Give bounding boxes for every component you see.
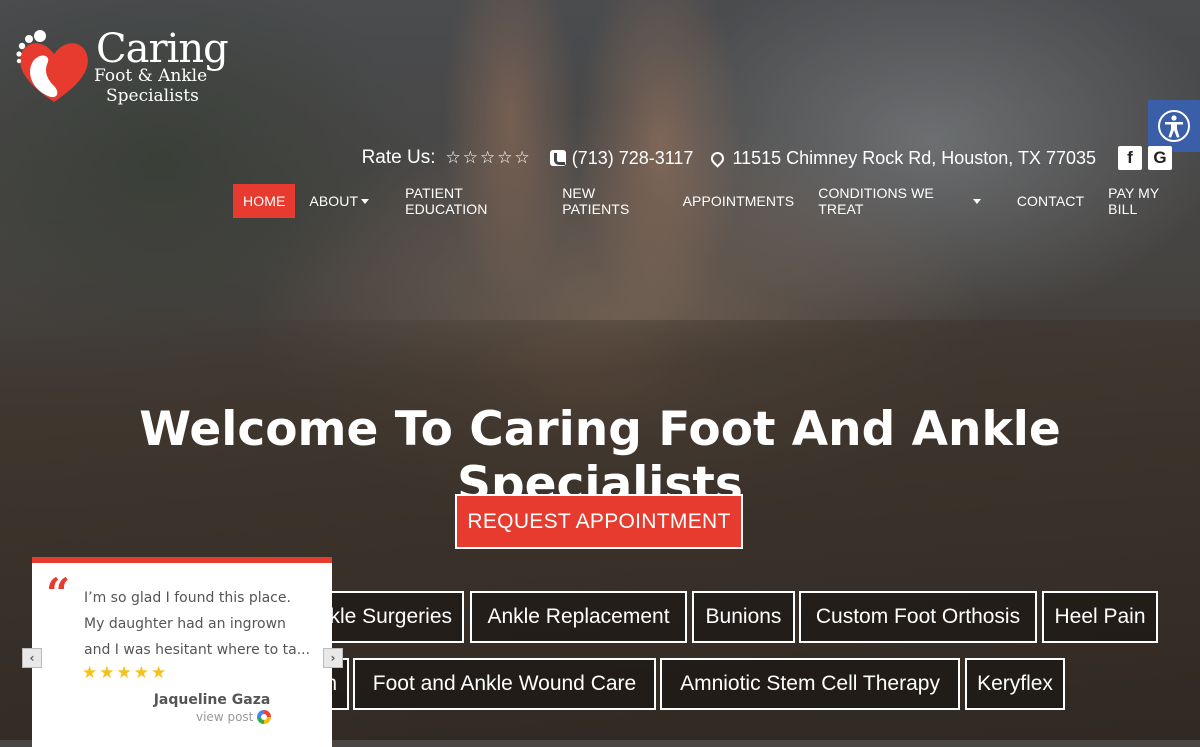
review-widget: “ I’m so glad I found this place. My dau… bbox=[32, 557, 332, 747]
review-next-button[interactable]: › bbox=[323, 648, 343, 668]
nav-item-contact[interactable]: CONTACT bbox=[1007, 184, 1094, 218]
nav-item-appointments[interactable]: APPOINTMENTS bbox=[673, 184, 805, 218]
google-icon[interactable]: G bbox=[1148, 146, 1172, 170]
nav-item-about[interactable]: ABOUT bbox=[299, 184, 379, 218]
rate-us[interactable]: Rate Us: ☆☆☆☆☆ bbox=[362, 147, 532, 169]
review-line: and I was hesitant where to ta... bbox=[84, 642, 311, 658]
review-line: I’m so glad I found this place. bbox=[84, 590, 291, 606]
nav-item-label: CONTACT bbox=[1016, 193, 1085, 209]
logo-subtitle-line2: Specialists bbox=[106, 86, 199, 106]
view-post-link[interactable]: view post bbox=[196, 710, 272, 724]
rate-us-label: Rate Us: bbox=[361, 147, 436, 168]
phone-number: (713) 728-3117 bbox=[571, 147, 694, 168]
quote-icon: “ bbox=[46, 569, 71, 618]
request-appointment-button[interactable]: REQUEST APPOINTMENT bbox=[455, 494, 743, 549]
facebook-icon[interactable]: f bbox=[1118, 146, 1142, 170]
service-tag[interactable]: Custom Foot Orthosis bbox=[799, 591, 1037, 643]
review-line: My daughter had an ingrown bbox=[84, 616, 286, 632]
rating-stars-icon[interactable]: ☆☆☆☆☆ bbox=[445, 148, 531, 168]
review-text: I’m so glad I found this place. My daugh… bbox=[84, 585, 320, 663]
nav-item-label: APPOINTMENTS bbox=[682, 193, 795, 209]
service-tag[interactable]: Bunions bbox=[692, 591, 795, 643]
phone-icon bbox=[549, 150, 566, 166]
service-tag[interactable]: Ankle Replacement bbox=[470, 591, 687, 643]
nav-item-conditions[interactable]: CONDITIONS WE TREAT bbox=[808, 184, 991, 218]
site-logo[interactable]: Caring Foot & Ankle Specialists bbox=[14, 26, 244, 116]
chevron-down-icon bbox=[361, 198, 370, 204]
review-stars-icon: ★★★★★ bbox=[82, 663, 169, 683]
logo-subtitle-line1: Foot & Ankle bbox=[94, 66, 208, 86]
nav-item-label: NEW PATIENTS bbox=[562, 185, 630, 217]
chevron-down-icon bbox=[972, 198, 981, 204]
review-prev-button[interactable]: ‹ bbox=[22, 648, 42, 668]
main-nav: HOME ABOUT PATIENT EDUCATION NEW PATIENT… bbox=[233, 184, 1200, 218]
nav-item-label: PATIENT EDUCATION bbox=[405, 185, 488, 217]
address-text: 11515 Chimney Rock Rd, Houston, TX 77035 bbox=[732, 147, 1096, 168]
top-info-bar: Rate Us: ☆☆☆☆☆ (713) 728-3117 11515 Chim… bbox=[362, 144, 1172, 172]
google-logo-icon bbox=[257, 710, 272, 724]
nav-item-new-patients[interactable]: NEW PATIENTS bbox=[552, 184, 668, 218]
reviewer-name: Jaqueline Gaza bbox=[153, 692, 271, 708]
nav-item-pay-bill[interactable]: PAY MY BILL bbox=[1098, 184, 1196, 218]
nav-item-label: CONDITIONS WE TREAT bbox=[818, 185, 934, 217]
heart-foot-logo-icon bbox=[16, 30, 88, 102]
social-links: f G bbox=[1118, 146, 1172, 170]
accessibility-icon bbox=[1158, 110, 1190, 142]
service-tag[interactable]: Amniotic Stem Cell Therapy bbox=[660, 658, 960, 710]
map-pin-icon bbox=[708, 148, 728, 168]
service-tag[interactable]: Foot and Ankle Wound Care bbox=[353, 658, 656, 710]
phone-link[interactable]: (713) 728-3117 bbox=[549, 147, 694, 169]
nav-item-patient-education[interactable]: PATIENT EDUCATION bbox=[395, 184, 548, 218]
address-link[interactable]: 11515 Chimney Rock Rd, Houston, TX 77035 bbox=[708, 147, 1096, 169]
service-tag[interactable]: Keryflex bbox=[965, 658, 1065, 710]
nav-item-home[interactable]: HOME bbox=[233, 184, 296, 218]
nav-item-label: HOME bbox=[243, 193, 286, 209]
view-post-label: view post bbox=[196, 710, 254, 724]
service-tag[interactable]: Heel Pain bbox=[1042, 591, 1158, 643]
nav-item-label: ABOUT bbox=[309, 193, 359, 209]
nav-item-label: PAY MY BILL bbox=[1108, 185, 1160, 217]
